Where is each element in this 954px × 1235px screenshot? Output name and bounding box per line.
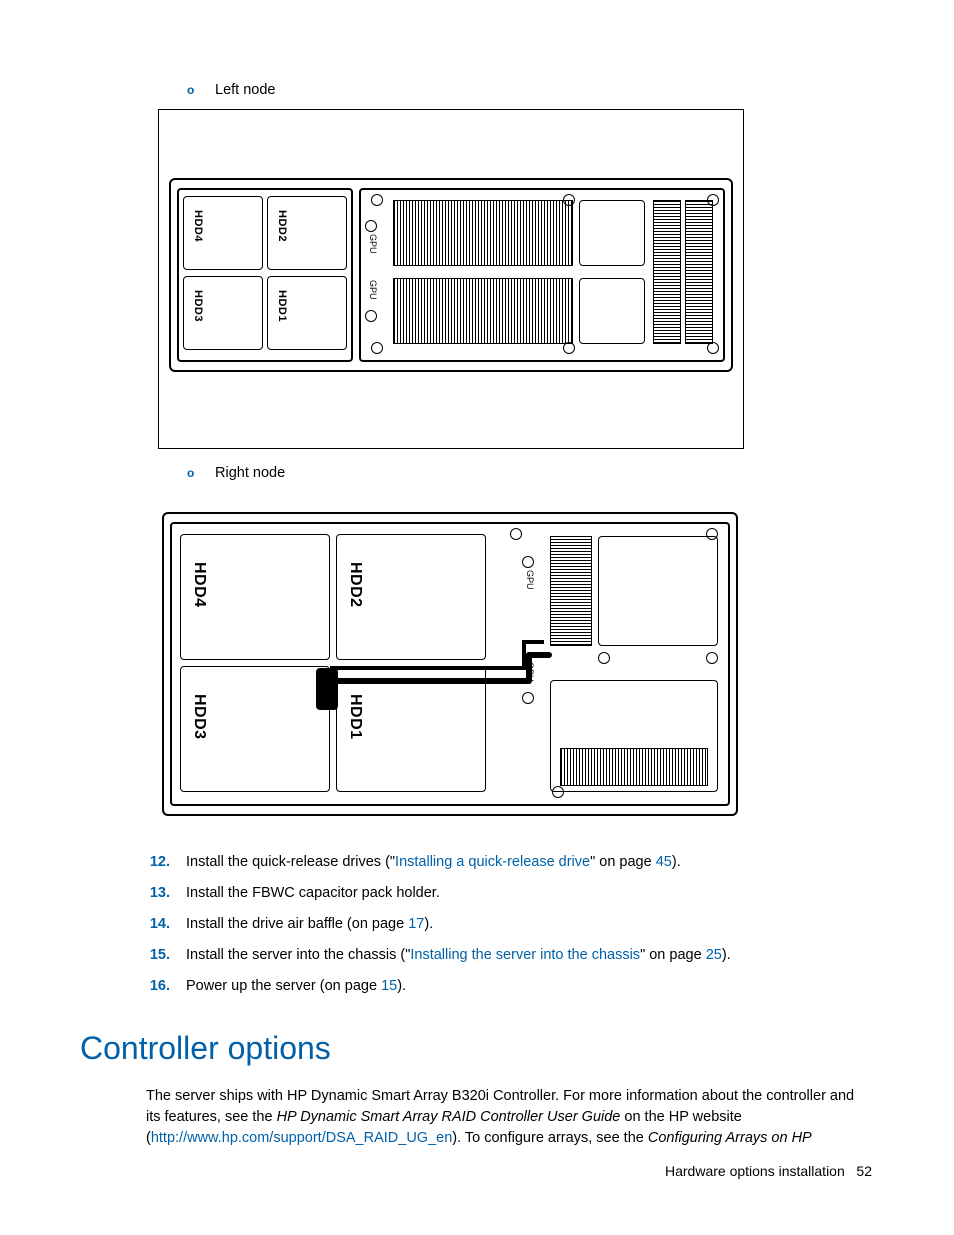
step-number: 15. (80, 945, 186, 966)
page-ref[interactable]: 17 (408, 916, 424, 932)
figure-right-node: HDD4 HDD2 HDD3 HDD1 GPU GPU (158, 492, 742, 830)
gpu-label: GPU (366, 280, 379, 300)
bullet-marker: o (184, 465, 215, 482)
list-item: o Left node (184, 80, 874, 101)
bullet-label: Left node (215, 80, 874, 101)
link-hp-support[interactable]: http://www.hp.com/support/DSA_RAID_UG_en (151, 1130, 452, 1146)
step-16: 16. Power up the server (on page 15). (80, 976, 874, 997)
heading-controller-options: Controller options (80, 1025, 874, 1071)
step-number: 14. (80, 914, 186, 935)
bullet-marker: o (184, 82, 215, 99)
step-text: Install the server into the chassis ("In… (186, 945, 874, 966)
bullet-label: Right node (215, 463, 874, 484)
body-paragraph: The server ships with HP Dynamic Smart A… (146, 1086, 870, 1149)
gpu-label: GPU (366, 234, 379, 254)
step-number: 12. (80, 852, 186, 873)
link-install-chassis[interactable]: Installing the server into the chassis (410, 947, 640, 963)
step-list: 12. Install the quick-release drives ("I… (80, 852, 874, 997)
doc-title: Configuring Arrays on HP (648, 1130, 812, 1146)
step-text: Install the drive air baffle (on page 17… (186, 914, 874, 935)
hdd3-label: HDD3 (188, 694, 211, 740)
hdd4-label: HDD4 (188, 562, 211, 608)
list-item: o Right node (184, 463, 874, 484)
page-ref[interactable]: 45 (656, 854, 672, 870)
step-12: 12. Install the quick-release drives ("I… (80, 852, 874, 873)
link-install-drive[interactable]: Installing a quick-release drive (395, 854, 590, 870)
page-ref[interactable]: 15 (381, 978, 397, 994)
step-15: 15. Install the server into the chassis … (80, 945, 874, 966)
doc-title: HP Dynamic Smart Array RAID Controller U… (277, 1109, 621, 1125)
hdd2-label: HDD2 (273, 210, 289, 242)
page-footer: Hardware options installation 52 (665, 1161, 872, 1181)
step-text: Power up the server (on page 15). (186, 976, 874, 997)
hdd1-label: HDD1 (273, 290, 289, 322)
step-number: 16. (80, 976, 186, 997)
gpu-label: GPU (523, 570, 536, 590)
step-text: Install the FBWC capacitor pack holder. (186, 883, 874, 904)
step-number: 13. (80, 883, 186, 904)
figure-left-node: HDD4 HDD2 HDD3 HDD1 GPU GPU (158, 109, 744, 449)
hdd3-label: HDD3 (189, 290, 205, 322)
hdd4-label: HDD4 (189, 210, 205, 242)
step-text: Install the quick-release drives ("Insta… (186, 852, 874, 873)
step-14: 14. Install the drive air baffle (on pag… (80, 914, 874, 935)
page-ref[interactable]: 25 (706, 947, 722, 963)
hdd2-label: HDD2 (344, 562, 367, 608)
step-13: 13. Install the FBWC capacitor pack hold… (80, 883, 874, 904)
footer-page: 52 (856, 1163, 872, 1179)
footer-section: Hardware options installation (665, 1163, 845, 1179)
